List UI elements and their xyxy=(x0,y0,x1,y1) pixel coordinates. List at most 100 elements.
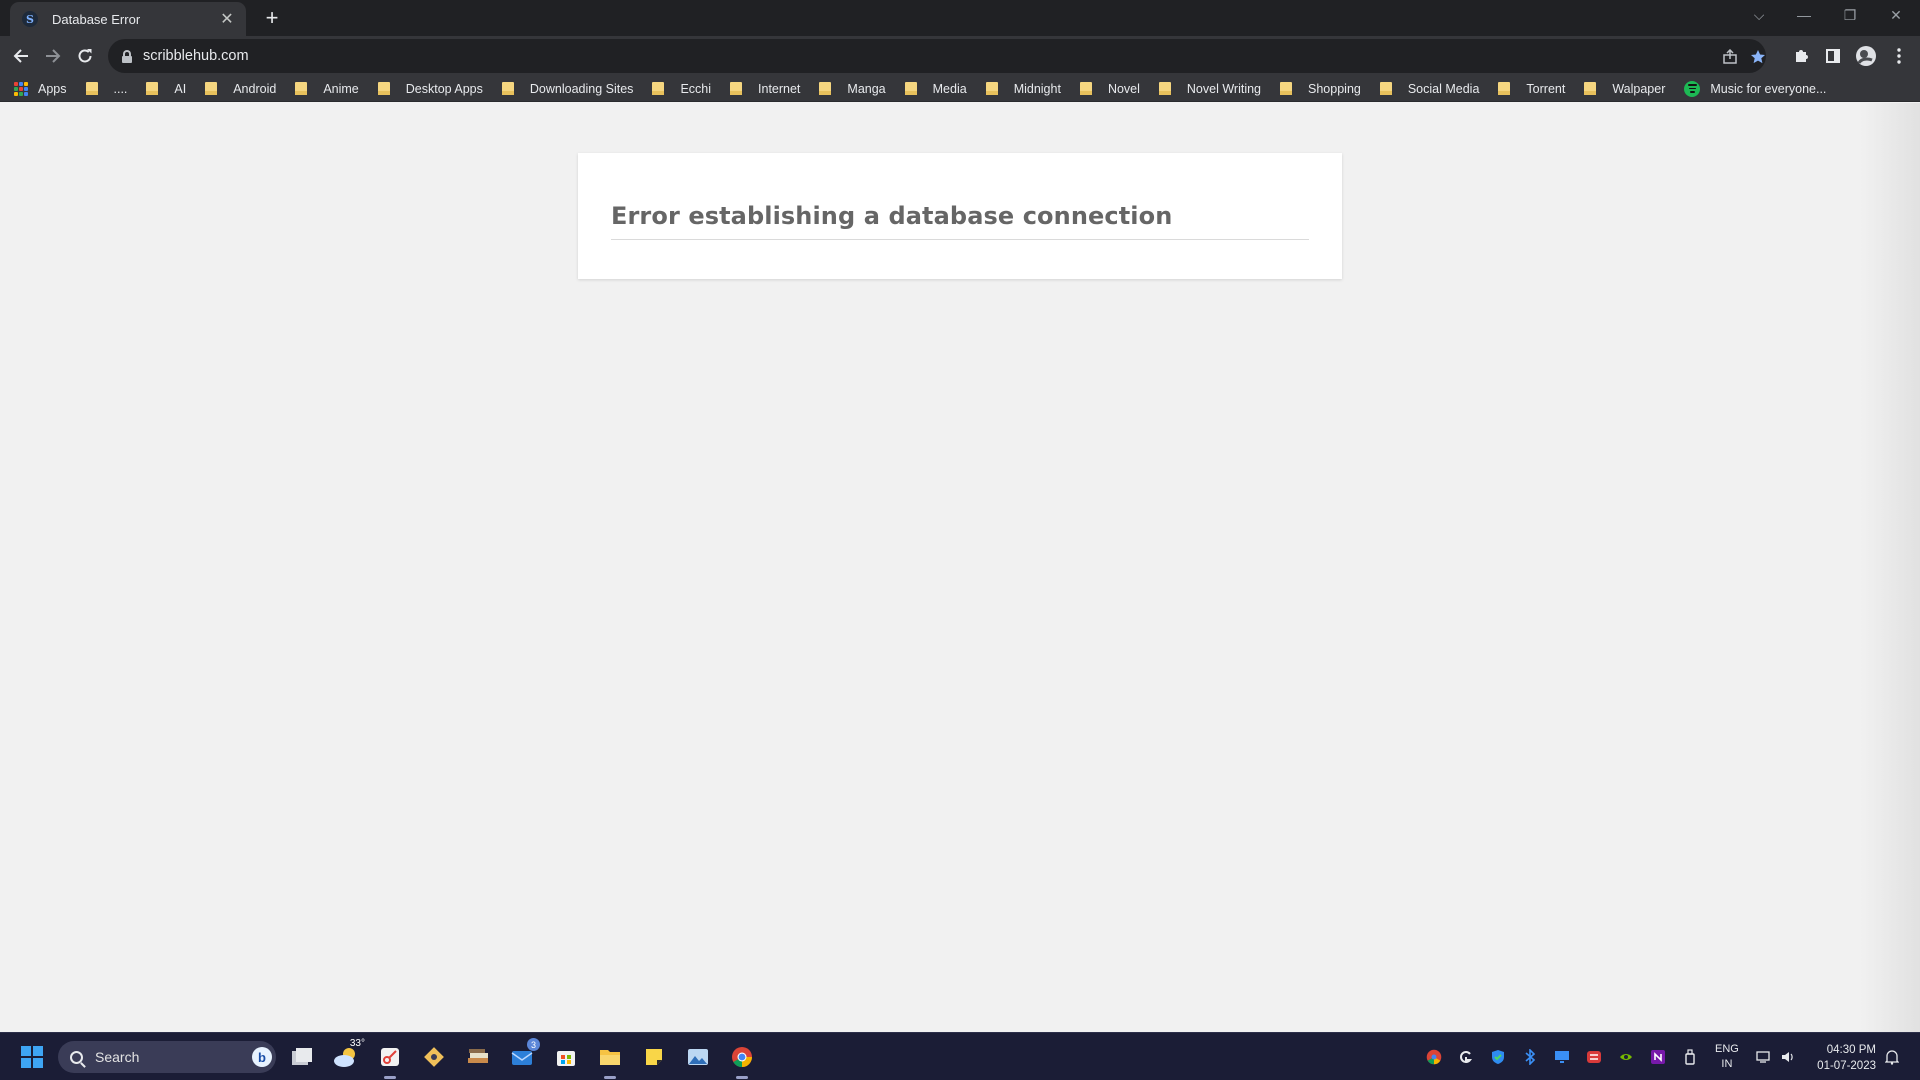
search-icon xyxy=(70,1050,83,1064)
lock-icon[interactable] xyxy=(122,49,132,63)
active-indicator xyxy=(384,1076,396,1079)
bookmark-folder-internet[interactable]: Internet xyxy=(730,77,809,101)
taskbar-app-store[interactable] xyxy=(550,1041,582,1073)
tray-volume-icon[interactable] xyxy=(1778,1047,1798,1067)
bookmark-folder-ai[interactable]: AI xyxy=(146,77,195,101)
error-card: Error establishing a database connection xyxy=(578,153,1342,279)
bookmark-folder-social-media[interactable]: Social Media xyxy=(1379,77,1489,101)
snipping-tool-icon xyxy=(381,1048,399,1066)
bookmark-spotify[interactable]: Music for everyone... xyxy=(1684,77,1835,101)
language-code: ENG xyxy=(1715,1043,1739,1055)
folder-icon xyxy=(985,82,998,95)
bookmark-folder-media[interactable]: Media xyxy=(904,77,976,101)
notification-bell-icon xyxy=(1885,1050,1899,1065)
tray-app-icon[interactable] xyxy=(1584,1047,1604,1067)
forward-button[interactable] xyxy=(38,41,68,71)
tray-onenote-icon[interactable] xyxy=(1648,1047,1668,1067)
bookmarks-bar: Apps .... AI Android Anime Desktop Apps … xyxy=(0,76,1920,102)
restore-button[interactable]: ❐ xyxy=(1827,0,1873,30)
bookmark-label: Novel xyxy=(1107,81,1140,96)
bookmark-folder-desktop-apps[interactable]: Desktop Apps xyxy=(377,77,492,101)
taskbar-app-books[interactable] xyxy=(462,1041,494,1073)
bookmark-folder-downloading-sites[interactable]: Downloading Sites xyxy=(501,77,643,101)
task-view-button[interactable] xyxy=(286,1041,318,1073)
tray-usb-icon[interactable] xyxy=(1680,1047,1700,1067)
bing-icon[interactable]: b xyxy=(252,1047,272,1067)
weather-widget[interactable]: 33° xyxy=(330,1038,365,1073)
windows-taskbar: Search b 33° 3 ENG IN 04:30 PM 01-07-202… xyxy=(0,1032,1920,1080)
bookmark-folder-shopping[interactable]: Shopping xyxy=(1280,77,1370,101)
tray-bluetooth-icon[interactable] xyxy=(1520,1047,1540,1067)
address-bar[interactable]: scribblehub.com xyxy=(108,39,1766,73)
language-indicator[interactable]: ENG IN xyxy=(1715,1042,1739,1072)
folder-icon xyxy=(85,82,98,95)
taskbar-app-photos[interactable] xyxy=(682,1041,714,1073)
bookmark-label: Manga xyxy=(847,81,886,96)
tray-chrome-icon[interactable] xyxy=(1424,1047,1444,1067)
bookmark-folder-anime[interactable]: Anime xyxy=(295,77,367,101)
start-button[interactable] xyxy=(16,1041,48,1073)
bookmark-folder-walpaper[interactable]: Walpaper xyxy=(1584,77,1674,101)
tray-nvidia-icon[interactable] xyxy=(1616,1047,1636,1067)
onenote-icon xyxy=(1651,1050,1665,1064)
side-panel-button[interactable] xyxy=(1818,41,1848,71)
share-button[interactable] xyxy=(1720,47,1740,67)
tab-database-error[interactable]: S Database Error ✕ xyxy=(10,2,246,36)
window-close-button[interactable]: ✕ xyxy=(1873,0,1919,30)
bookmark-folder-novel[interactable]: Novel xyxy=(1079,77,1149,101)
taskbar-app-chrome[interactable] xyxy=(726,1041,758,1079)
tab-search-button[interactable]: ⌵ xyxy=(1736,0,1782,30)
bookmark-label: Anime xyxy=(323,81,359,96)
close-icon: ✕ xyxy=(220,11,234,28)
tray-display-icon[interactable] xyxy=(1552,1047,1572,1067)
taskbar-clock[interactable]: 04:30 PM 01-07-2023 xyxy=(1806,1042,1876,1074)
back-button[interactable] xyxy=(6,41,36,71)
back-arrow-icon xyxy=(13,49,28,63)
bookmark-folder-android[interactable]: Android xyxy=(205,77,285,101)
star-filled-icon xyxy=(1751,50,1765,64)
language-region: IN xyxy=(1721,1058,1733,1070)
nvidia-icon xyxy=(1620,1054,1632,1060)
tray-network-icon[interactable] xyxy=(1754,1047,1774,1067)
bookmark-folder-ecchi[interactable]: Ecchi xyxy=(652,77,720,101)
active-indicator xyxy=(736,1076,748,1079)
taskbar-app-git[interactable] xyxy=(418,1041,450,1073)
tray-defender-icon[interactable] xyxy=(1488,1047,1508,1067)
tab-strip: S Database Error ✕ + ⌵ — ❐ ✕ xyxy=(0,0,1920,36)
new-tab-button[interactable]: + xyxy=(259,5,285,31)
extensions-button[interactable] xyxy=(1786,41,1816,71)
folder-icon xyxy=(904,82,917,95)
taskbar-app-snipping[interactable] xyxy=(374,1041,406,1079)
bookmark-apps[interactable]: Apps xyxy=(14,77,76,101)
bookmark-star-button[interactable] xyxy=(1748,47,1768,67)
profile-button[interactable] xyxy=(1851,41,1881,71)
books-icon xyxy=(468,1049,488,1063)
windows-logo-icon xyxy=(21,1046,43,1068)
sticky-notes-icon xyxy=(646,1049,662,1065)
bookmark-folder-manga[interactable]: Manga xyxy=(819,77,894,101)
folder-icon xyxy=(730,82,743,95)
bookmark-folder-novel-writing[interactable]: Novel Writing xyxy=(1158,77,1270,101)
spotify-icon xyxy=(1684,80,1701,97)
menu-button[interactable] xyxy=(1884,41,1914,71)
taskbar-app-file-explorer[interactable] xyxy=(594,1041,626,1079)
bookmark-label: Downloading Sites xyxy=(529,81,634,96)
folder-icon xyxy=(295,82,308,95)
tab-close-button[interactable]: ✕ xyxy=(218,10,236,28)
error-heading: Error establishing a database connection xyxy=(611,202,1309,240)
minimize-button[interactable]: — xyxy=(1781,0,1827,30)
taskbar-search[interactable]: Search b xyxy=(58,1041,276,1073)
puzzle-icon xyxy=(1796,50,1808,62)
bookmark-folder-torrent[interactable]: Torrent xyxy=(1498,77,1574,101)
tab-title: Database Error xyxy=(52,11,141,27)
bookmark-label: Media xyxy=(932,81,967,96)
bookmark-folder-dots[interactable]: .... xyxy=(85,77,137,101)
weather-temp: 33° xyxy=(349,1038,365,1049)
taskbar-app-mail[interactable]: 3 xyxy=(506,1038,540,1073)
reload-button[interactable] xyxy=(70,41,100,71)
taskbar-app-sticky-notes[interactable] xyxy=(638,1041,670,1073)
url-text[interactable]: scribblehub.com xyxy=(143,48,249,64)
notification-center-button[interactable] xyxy=(1882,1047,1902,1067)
tray-logitech-icon[interactable] xyxy=(1456,1047,1476,1067)
bookmark-folder-midnight[interactable]: Midnight xyxy=(985,77,1070,101)
